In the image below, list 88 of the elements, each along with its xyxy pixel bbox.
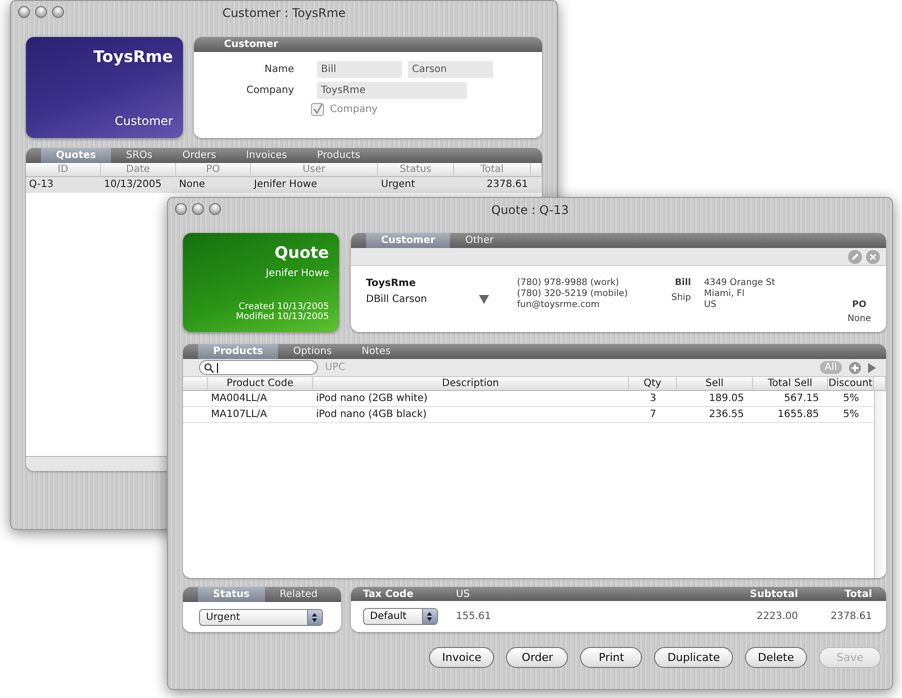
tab[interactable]: Related [264, 587, 333, 602]
scrollbar[interactable] [874, 391, 886, 578]
customer-name: ToysRme [93, 47, 173, 66]
action-button[interactable]: Duplicate [654, 647, 733, 668]
action-button[interactable]: Delete [744, 647, 807, 668]
window-title: Customer : ToysRme [222, 6, 346, 20]
upc-label: UPC [325, 362, 346, 373]
table-cell-text: 189.05 [708, 393, 745, 404]
window-button[interactable] [18, 6, 30, 18]
dropdown-triangle-icon[interactable] [479, 295, 489, 304]
table-cell-text: 2378.61 [486, 179, 529, 190]
action-button[interactable]: Order [506, 647, 568, 668]
search-icon [204, 362, 214, 372]
window-button[interactable] [192, 203, 204, 215]
table-cell-text: 7 [648, 409, 658, 420]
status-select[interactable]: Urgent [199, 609, 323, 626]
window-button[interactable] [175, 203, 187, 215]
tab[interactable]: Products [302, 148, 376, 163]
table-cell-text: Urgent [380, 179, 416, 190]
tab[interactable]: Customer [366, 233, 450, 248]
subtotal-value: 2223.00 [756, 611, 798, 622]
table-cell-text: iPod nano (4GB black) [315, 409, 428, 420]
table-cell-text: iPod nano (2GB white) [315, 393, 429, 404]
tab[interactable]: Invoices [231, 148, 302, 163]
table-cell-text: None [178, 179, 206, 190]
last-name-field[interactable]: Carson [408, 61, 493, 78]
panel-title: Customer [223, 38, 280, 52]
play-icon[interactable] [868, 362, 876, 372]
tab[interactable]: Options [278, 344, 347, 359]
column-header: Total [844, 588, 872, 600]
field-label: Company [245, 85, 294, 96]
card-type-label: Customer [114, 114, 173, 128]
table-cell-text: 1655.85 [776, 409, 820, 420]
tab[interactable]: Quotes [41, 148, 112, 163]
tax-amount: 155.61 [456, 611, 492, 622]
table-cell-text: Jenifer Howe [252, 179, 318, 190]
window-button[interactable] [35, 6, 47, 18]
column-header: Tax Code [363, 588, 414, 600]
add-icon[interactable] [849, 362, 861, 374]
window-title: Quote : Q-13 [491, 203, 569, 217]
modified-date: Modified 10/13/2005 [236, 312, 329, 322]
field-label: Name [263, 64, 294, 75]
table-cell-text: 567.15 [783, 393, 820, 404]
company-name: ToysRme [366, 278, 417, 289]
address-line: 4349 Orange St [704, 278, 776, 289]
table-cell-text: 236.55 [708, 409, 745, 420]
table-cell-text: 5% [842, 409, 860, 420]
filter-button[interactable]: All [820, 361, 842, 374]
table-cell-text: 5% [842, 393, 860, 404]
tab[interactable]: SROs [111, 148, 168, 163]
table-cell-text: 3 [648, 393, 658, 404]
created-date: Created 10/13/2005 [238, 302, 329, 312]
checkbox-label: Company [330, 104, 378, 115]
tab[interactable]: Products [198, 344, 278, 359]
total-value: 2378.61 [830, 611, 872, 622]
tab[interactable]: Notes [346, 344, 406, 359]
contact-detail: fun@toysrme.com [517, 300, 601, 311]
action-button[interactable]: Invoice [429, 647, 494, 668]
contact-name: DBill Carson [366, 294, 428, 305]
table-cell-text: 10/13/2005 [103, 179, 163, 190]
quote-user: Jenifer Howe [266, 268, 329, 279]
table-cell-text: Q-13 [28, 179, 54, 190]
edit-icon[interactable] [848, 250, 862, 264]
tax-code-select[interactable]: Default [363, 608, 438, 625]
company-field[interactable]: ToysRme [317, 82, 467, 99]
table-cell-text: MA004LL/A [210, 393, 268, 404]
tab[interactable]: Other [450, 233, 509, 248]
window-button[interactable] [209, 203, 221, 215]
action-button[interactable]: Print [580, 647, 642, 668]
address-line: US [704, 300, 718, 311]
quote-title: Quote [274, 243, 329, 262]
po-value: None [848, 314, 871, 325]
tab[interactable]: Status [198, 587, 265, 602]
search-field[interactable] [199, 360, 318, 375]
contact-detail: (780) 978-9988 (work) [517, 278, 620, 289]
address-label: Bill [674, 278, 691, 289]
address-line: Miami, Fl [704, 289, 746, 300]
first-name-field[interactable]: Bill [317, 61, 402, 78]
contact-detail: (780) 320-5219 (mobile) [517, 289, 629, 300]
tab[interactable]: Orders [167, 148, 232, 163]
table-row[interactable]: Q-13 10/13/2005 None Jenifer Howe Urgent 2378.61 [26, 177, 542, 193]
po-label: PO [852, 300, 866, 311]
address-label: Ship [671, 293, 691, 304]
close-icon[interactable] [866, 250, 880, 264]
window-button[interactable] [52, 6, 64, 18]
tax-region: US [456, 588, 471, 600]
column-header: Subtotal [748, 588, 798, 600]
table-cell-text: MA107LL/A [210, 409, 268, 420]
